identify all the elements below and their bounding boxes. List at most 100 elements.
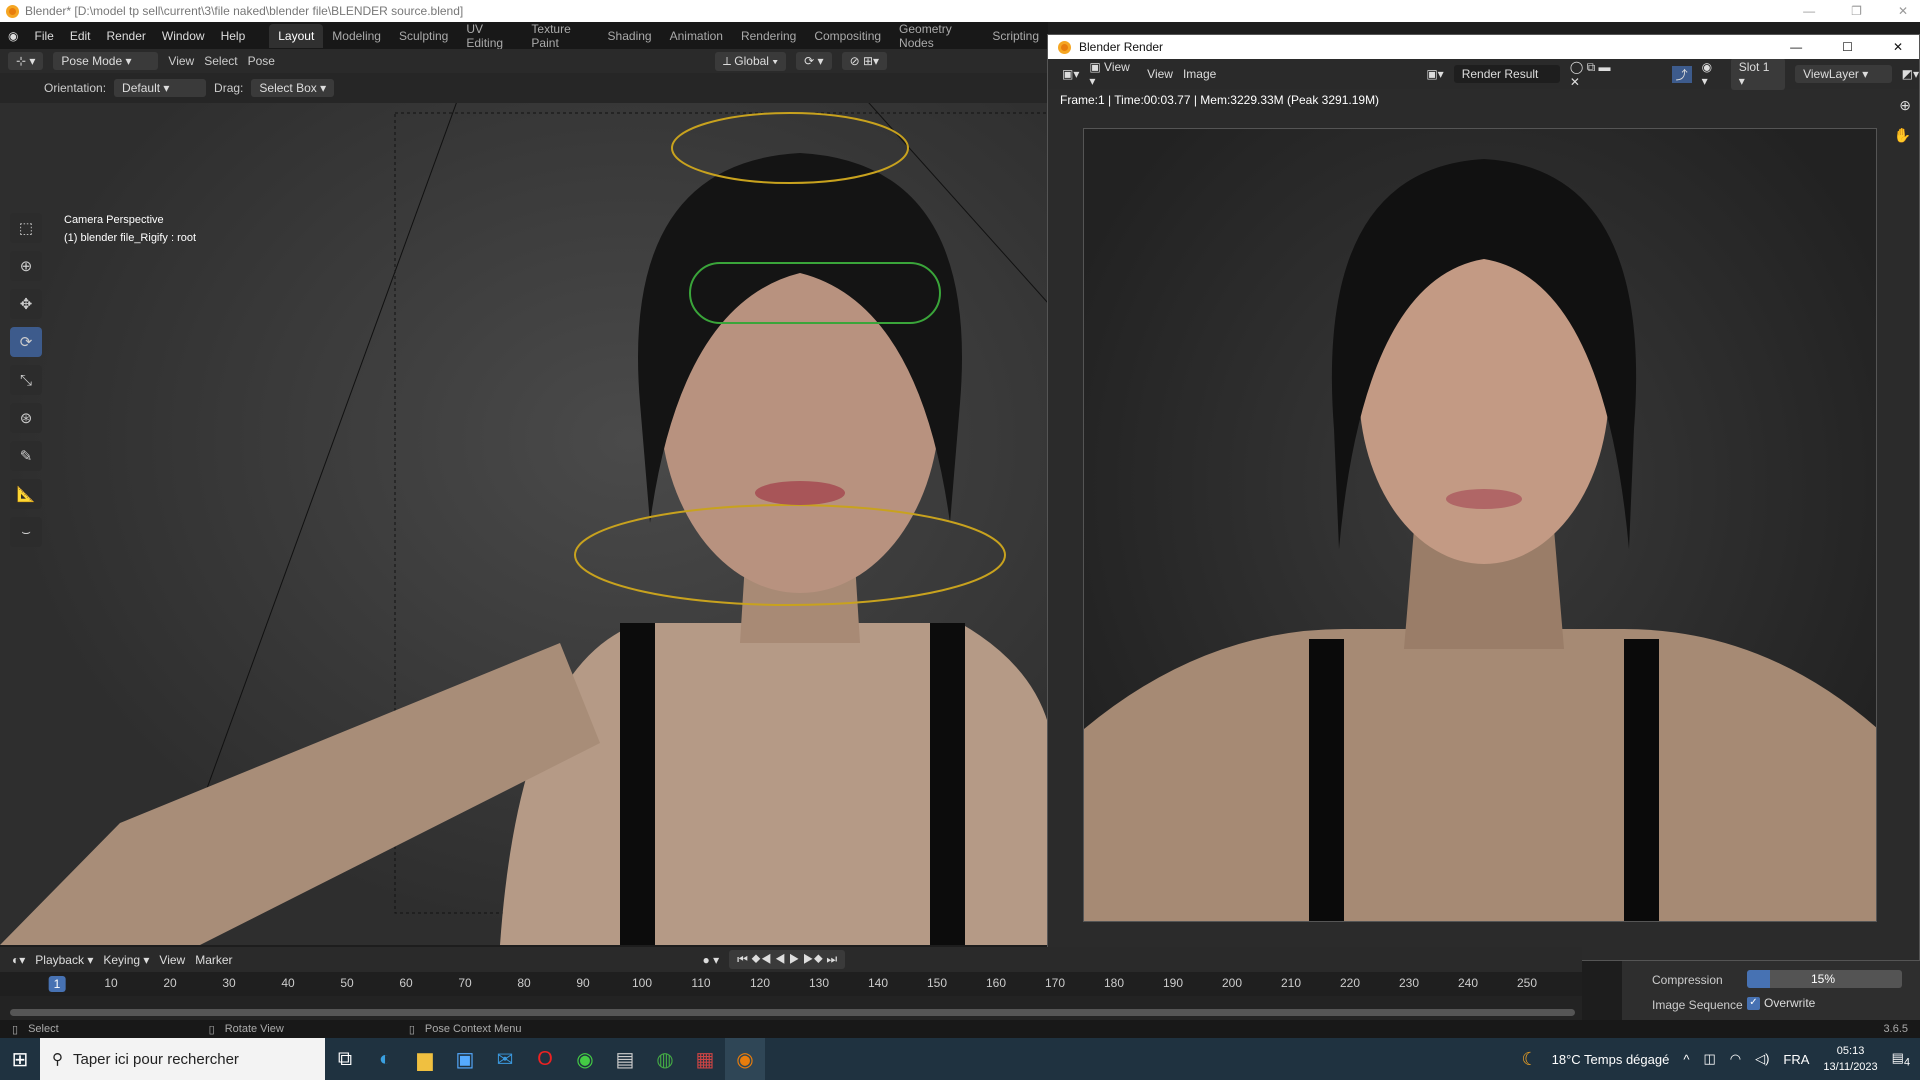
menu-image[interactable]: Image	[1183, 67, 1216, 81]
notification-center-icon[interactable]: ▤4	[1892, 1050, 1910, 1069]
winrar-icon[interactable]: ▦	[685, 1038, 725, 1080]
select-box-tool-icon[interactable]: ⬚	[10, 213, 42, 243]
wifi-icon[interactable]: ◠	[1730, 1051, 1741, 1067]
overwrite-label: Overwrite	[1764, 996, 1816, 1010]
transform-tool-icon[interactable]: ⊛	[10, 403, 42, 433]
render-window-title-bar: Blender Render — ☐ ✕	[1048, 35, 1919, 59]
menu-edit[interactable]: Edit	[62, 29, 99, 43]
blender-menu-icon[interactable]: ◉	[0, 29, 26, 43]
edge-icon[interactable]: ◐	[365, 1038, 405, 1080]
language-indicator[interactable]: FRA	[1783, 1052, 1809, 1067]
menu-keying[interactable]: Keying ▾	[103, 953, 149, 967]
app-icon[interactable]: ▤	[605, 1038, 645, 1080]
status-context: Pose Context Menu	[424, 1023, 522, 1035]
tab-animation[interactable]: Animation	[661, 24, 732, 48]
tab-sculpting[interactable]: Sculpting	[390, 24, 457, 48]
menu-marker[interactable]: Marker	[195, 953, 232, 967]
compression-slider[interactable]: 15%	[1747, 970, 1902, 988]
menu-help[interactable]: Help	[213, 29, 254, 43]
measure-tool-icon[interactable]: 📐	[10, 479, 42, 509]
render-maximize-button[interactable]: ☐	[1842, 40, 1853, 54]
opera-icon[interactable]: O	[525, 1038, 565, 1080]
playback-controls[interactable]: ⏮ ◆◀ ◀ ▶ ▶◆ ⏭	[729, 950, 846, 969]
current-frame-indicator[interactable]: 1	[48, 976, 66, 992]
menu-view[interactable]: View	[168, 54, 194, 68]
auto-keying-toggle[interactable]: ● ▾	[703, 953, 720, 967]
orientation-label: Orientation:	[44, 81, 107, 95]
relax-pose-tool-icon[interactable]: ⌣	[10, 517, 42, 547]
menu-select[interactable]: Select	[204, 54, 237, 68]
file-explorer-icon[interactable]: ▆	[405, 1038, 445, 1080]
frame-tick: 60	[399, 976, 413, 990]
cursor-tool-icon[interactable]: ⊕	[10, 251, 42, 281]
render-result-image[interactable]	[1083, 128, 1877, 922]
view-mode-dropdown[interactable]: ▣ View ▾	[1089, 60, 1137, 88]
menu-playback[interactable]: Playback ▾	[35, 953, 93, 967]
frame-tick: 180	[1103, 976, 1125, 990]
minimize-button[interactable]: —	[1803, 4, 1815, 18]
transform-orientation-dropdown[interactable]: ⟂ Global ▾	[714, 51, 787, 71]
menu-view[interactable]: View	[159, 953, 185, 967]
weather-text[interactable]: 18°C Temps dégagé	[1552, 1052, 1670, 1067]
windows-start-icon[interactable]: ⊞	[0, 1038, 40, 1080]
tab-modeling[interactable]: Modeling	[323, 24, 390, 48]
slot-dropdown[interactable]: Slot 1 ▾	[1730, 58, 1786, 90]
drag-dropdown[interactable]: Select Box ▾	[251, 79, 335, 97]
display-channels-icon[interactable]: ◉ ▾	[1702, 60, 1721, 88]
maximize-button[interactable]: ❐	[1851, 4, 1862, 18]
zoom-view-icon[interactable]: ⊕	[1899, 97, 1911, 114]
editor-type-button[interactable]: ▣▾	[1062, 67, 1079, 81]
tab-scripting[interactable]: Scripting	[983, 24, 1048, 48]
task-view-icon[interactable]: ⧉	[325, 1038, 365, 1080]
chrome-icon[interactable]: ◉	[565, 1038, 605, 1080]
close-button[interactable]: ✕	[1898, 4, 1908, 18]
menu-window[interactable]: Window	[154, 29, 213, 43]
annotate-tool-icon[interactable]: ✎	[10, 441, 42, 471]
rotate-tool-icon[interactable]: ⟳	[10, 327, 42, 357]
editor-type-button[interactable]: ⊹ ▾	[8, 52, 44, 70]
notification-count: 4	[1903, 1056, 1910, 1069]
status-rotate: Rotate View	[224, 1023, 284, 1035]
frame-ruler[interactable]: 1 10 20 30 40 50 60 70 80 90 100 110 120 130 140 150 16…	[0, 972, 1582, 996]
menu-render[interactable]: Render	[99, 29, 154, 43]
image-browse-button[interactable]: ▣▾	[1426, 67, 1443, 81]
editor-type-button[interactable]: ◐▾	[12, 953, 25, 967]
store-icon[interactable]: ▣	[445, 1038, 485, 1080]
taskbar-search[interactable]: ⚲ Taper ici pour rechercher	[40, 1038, 325, 1080]
tab-rendering[interactable]: Rendering	[732, 24, 805, 48]
tab-shading[interactable]: Shading	[599, 24, 661, 48]
move-tool-icon[interactable]: ✥	[10, 289, 42, 319]
render-close-button[interactable]: ✕	[1893, 40, 1903, 54]
snap-toggle[interactable]: ⊘ ⊞▾	[841, 52, 888, 70]
scale-tool-icon[interactable]: ⤡	[10, 365, 42, 395]
tray-chevron-icon[interactable]: ^	[1683, 1052, 1689, 1067]
clock[interactable]: 05:13 13/11/2023	[1823, 1043, 1877, 1075]
overlay-icon[interactable]: ◩▾	[1902, 67, 1919, 81]
sample-tool-icon[interactable]: ⤴	[1671, 65, 1692, 83]
tab-layout[interactable]: Layout	[269, 23, 324, 48]
orientation-dropdown[interactable]: Default ▾	[114, 79, 207, 97]
mode-dropdown[interactable]: Pose Mode ▾	[53, 52, 159, 70]
menu-file[interactable]: File	[26, 29, 61, 43]
network-icon[interactable]: ◫	[1703, 1051, 1715, 1067]
pivot-dropdown[interactable]: ⟳ ▾	[796, 52, 832, 70]
menu-pose[interactable]: Pose	[248, 54, 275, 68]
image-actions[interactable]: ◯ ⧉ ▬ ✕	[1570, 60, 1622, 89]
volume-icon[interactable]: ◁)	[1755, 1051, 1769, 1067]
3d-viewport[interactable]: Camera Perspective (1) blender file_Rigi…	[0, 103, 1048, 945]
view-layer-dropdown[interactable]: ViewLayer ▾	[1795, 65, 1892, 83]
blender-taskbar-icon[interactable]: ◉	[725, 1038, 765, 1080]
render-minimize-button[interactable]: —	[1790, 40, 1802, 54]
tab-compositing[interactable]: Compositing	[805, 24, 890, 48]
image-editor-header: ▣▾ ▣ View ▾ View Image ▣▾ Render Result …	[1048, 58, 1919, 90]
app-icon[interactable]: ◍	[645, 1038, 685, 1080]
frame-tick: 100	[631, 976, 653, 990]
viewport-info: Camera Perspective (1) blender file_Rigi…	[64, 211, 196, 247]
drag-label: Drag:	[214, 81, 244, 95]
pan-view-icon[interactable]: ✋	[1894, 127, 1911, 144]
overwrite-checkbox[interactable]: ✓ Overwrite	[1747, 996, 1815, 1010]
image-name-field[interactable]: Render Result	[1453, 65, 1560, 83]
menu-view[interactable]: View	[1147, 67, 1173, 81]
mail-icon[interactable]: ✉	[485, 1038, 525, 1080]
timeline-scrollbar[interactable]	[10, 1009, 1575, 1016]
